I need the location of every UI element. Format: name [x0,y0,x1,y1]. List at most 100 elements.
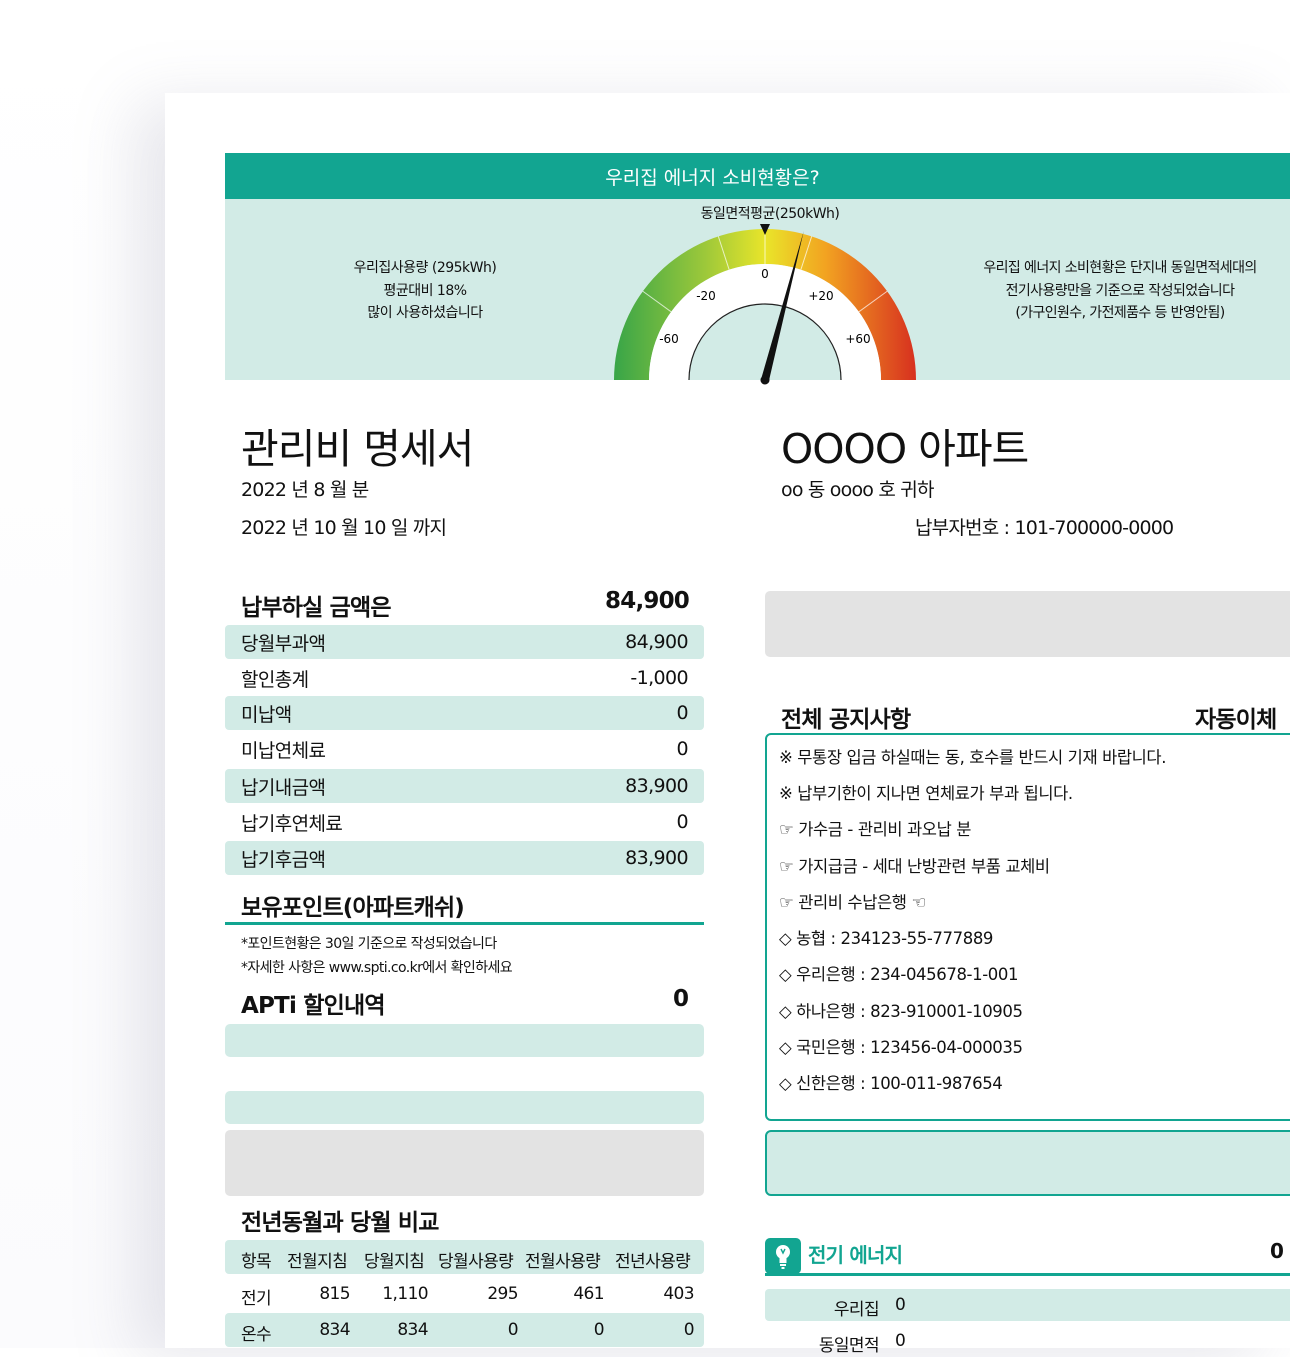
gauge-tick-label: -20 [696,289,716,303]
notice-line: ☞ 가수금 - 관리비 과오납 분 [779,820,971,839]
gauge-average-label: 동일면적평균(250kWh) [700,206,840,222]
compare-cell: 403 [663,1284,694,1304]
lightbulb-icon [765,1238,801,1274]
notice-line: ◇ 우리은행 : 234-045678-1-001 [779,965,1019,984]
payment-label: 납기후연체료 [241,812,343,835]
notice-line: ☞ 관리비 수납은행 ☜ [779,893,926,912]
apti-row-empty [225,1091,704,1124]
notice-line: ◇ 하나은행 : 823-910001-10905 [779,1002,1023,1021]
energy-banner-title: 우리집 에너지 소비현황은? [605,166,820,189]
payment-value: 83,900 [625,775,688,797]
payment-total: 84,900 [605,588,690,614]
payment-label: 미납연체료 [241,739,326,762]
compare-cell: 295 [487,1284,518,1304]
points-note: *포인트현황은 30일 기준으로 작성되었습니다 [241,936,497,952]
usage-line: 평균대비 18% [383,282,467,299]
gauge-tick-label: +60 [845,332,870,346]
notice-line: ※ 납부기한이 지나면 연체료가 부과 됩니다. [779,784,1073,803]
payment-row: 미납액 0 [225,696,704,730]
compare-cell: 1,110 [382,1284,428,1304]
due-date: 2022 년 10 월 10 일 까지 [241,517,447,539]
apti-value: 0 [672,986,689,1012]
electric-row-value: 0 [895,1331,906,1351]
payment-heading: 납부하실 금액은 [241,595,392,621]
payer-number: 납부자번호 : 101-700000-0000 [915,517,1174,539]
payment-label: 납기후금액 [241,848,326,871]
payment-row: 미납연체료 0 [225,732,704,766]
compare-header-row: 항목 전월지침 당월지침 당월사용량 전월사용량 전년사용량 [225,1240,704,1274]
payment-row: 납기후금액 83,900 [225,841,704,875]
compare-row: 온수 834 834 0 0 0 [225,1313,704,1347]
gauge-explanation: 우리집 에너지 소비현황은 단지내 동일면적세대의 전기사용량만을 기준으로 작… [965,257,1275,325]
compare-col-header: 당월지침 [364,1252,425,1272]
blank-panel [225,1130,704,1196]
payment-row: 납기내금액 83,900 [225,769,704,803]
compare-col-header: 당월사용량 [438,1252,514,1272]
notice-heading: 전체 공지사항 [781,707,911,733]
compare-col-header: 전월사용량 [525,1252,601,1272]
compare-cell: 834 [397,1320,428,1340]
electric-row-label: 동일면적 [818,1336,880,1356]
explanation-line: (가구인원수, 가전제품수 등 반영안됨) [1015,305,1225,321]
compare-cell: 815 [319,1284,350,1304]
notice-line: ◇ 국민은행 : 123456-04-000035 [779,1038,1023,1057]
payment-row: 납기후연체료 0 [225,805,704,839]
compare-cell: 온수 [241,1325,272,1345]
payment-value: 84,900 [625,631,688,653]
notice-line: ◇ 신한은행 : 100-011-987654 [779,1074,1003,1093]
payment-row: 할인총계 -1,000 [225,661,704,695]
payment-value: 83,900 [625,847,688,869]
points-divider [225,922,704,925]
payment-row: 당월부과액 84,900 [225,625,704,659]
notice-line: ※ 무통장 입금 하실때는 동, 호수를 반드시 기재 바랍니다. [779,748,1167,767]
explanation-line: 전기사용량만을 기준으로 작성되었습니다 [1005,282,1235,299]
electric-row: 동일면적 0 [765,1325,1290,1357]
auto-transfer-heading: 자동이체 [1195,707,1277,733]
compare-cell: 834 [319,1320,350,1340]
gauge-usage-summary: 우리집사용량 (295kWh) 평균대비 18% 많이 사용하셨습니다 [315,257,535,325]
blank-panel [765,591,1290,657]
apartment-name: OOOO 아파트 [781,425,1029,473]
energy-banner-header: 우리집 에너지 소비현황은? [225,153,1290,199]
electric-row: 우리집 0 [765,1289,1290,1321]
electric-heading: 전기 에너지 [808,1243,903,1267]
usage-line: 우리집사용량 (295kWh) [353,260,497,276]
blank-bordered-panel [765,1130,1290,1196]
document-title: 관리비 명세서 [241,425,474,473]
gauge-needle-hub [760,375,770,385]
points-heading: 보유포인트(아파트캐쉬) [241,895,465,921]
payment-value: 0 [676,702,689,724]
gauge-tick-label: -60 [659,332,679,346]
compare-cell: 전기 [241,1289,272,1309]
compare-col-header: 항목 [241,1252,272,1272]
payment-label: 할인총계 [241,668,309,691]
energy-gauge: -60 -20 0 +20 +60 [614,224,916,385]
explanation-line: 우리집 에너지 소비현황은 단지내 동일면적세대의 [983,260,1257,276]
electric-value: 0 [1270,1239,1284,1263]
apti-heading: APTi 할인내역 [241,993,385,1019]
payment-value: 0 [676,738,689,760]
notice-line: ☞ 가지급금 - 세대 난방관련 부품 교체비 [779,857,1050,876]
payment-label: 당월부과액 [241,632,326,655]
gauge-tick-label: 0 [761,267,769,281]
payment-value: -1,000 [630,667,688,689]
compare-col-header: 전년사용량 [615,1252,691,1272]
billing-month: 2022 년 8 월 분 [241,479,369,501]
usage-line: 많이 사용하셨습니다 [367,305,483,321]
points-note: *자세한 사항은 www.spti.co.kr에서 확인하세요 [241,960,513,976]
recipient: oo 동 oooo 호 귀하 [781,479,934,501]
payment-label: 미납액 [241,703,292,726]
payment-label: 납기내금액 [241,776,326,799]
gauge-tick-label: +20 [808,289,833,303]
compare-heading: 전년동월과 당월 비교 [241,1210,439,1236]
electric-row-label: 우리집 [833,1300,880,1320]
notice-line: ◇ 농협 : 234123-55-777889 [779,929,994,948]
bill-sheet: 우리집 에너지 소비현황은? 동일면적평균(250kWh) 우리집사용량 (29… [165,93,1290,1356]
compare-row: 전기 815 1,110 295 461 403 [225,1277,704,1311]
apti-row-empty [225,1024,704,1057]
payment-value: 0 [676,811,689,833]
compare-cell: 461 [573,1284,604,1304]
electric-row-value: 0 [895,1295,906,1315]
compare-cell: 0 [593,1320,605,1340]
electric-divider [765,1273,1290,1276]
